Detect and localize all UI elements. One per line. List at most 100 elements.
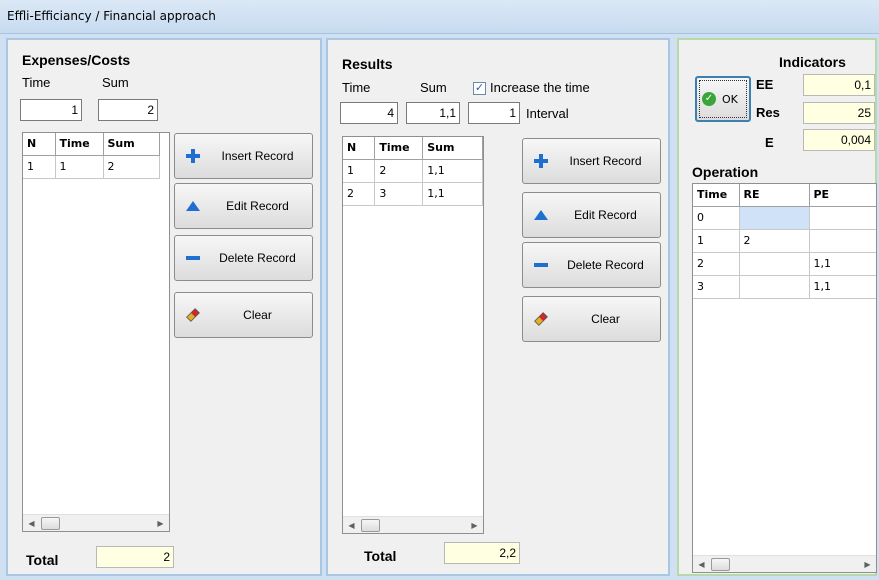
operation-cell[interactable]: 1,1 (809, 275, 876, 299)
results-total-label: Total (364, 548, 397, 564)
operation-cell[interactable]: 0 (693, 206, 740, 230)
results-panel: Results Time Sum ✓ Increase the time 4 1… (326, 38, 670, 576)
minus-icon (186, 256, 200, 260)
operation-cell[interactable]: 1,1 (809, 252, 876, 276)
operation-hscroll[interactable]: ◀ ▶ (693, 555, 876, 572)
scroll-left-icon[interactable]: ◀ (25, 517, 38, 530)
operation-table: Time RE PE 0 1 2 2 1,1 3 1,1 (693, 184, 876, 299)
results-cell[interactable]: 2 (374, 159, 424, 183)
results-cell[interactable]: 1,1 (422, 182, 483, 206)
ok-button[interactable]: ✓ OK (695, 76, 751, 122)
results-time-input[interactable]: 4 (340, 102, 398, 124)
expenses-grid[interactable]: N Time Sum 1 1 2 ◀ ▶ (22, 132, 170, 532)
expenses-total-value: 2 (96, 546, 174, 568)
operation-cell[interactable] (739, 275, 810, 299)
ee-value: 0,1 (803, 74, 875, 96)
table-row[interactable]: 0 (693, 206, 876, 230)
results-time-label: Time (342, 80, 371, 95)
insert-label: Insert Record (569, 154, 642, 168)
table-row[interactable]: 2 3 1,1 (343, 182, 483, 206)
expenses-clear-button[interactable]: Clear (174, 292, 313, 338)
expenses-col-time[interactable]: Time (55, 133, 104, 156)
eraser-icon (534, 312, 548, 326)
results-title: Results (342, 56, 393, 72)
expenses-hscroll[interactable]: ◀ ▶ (23, 514, 169, 531)
results-clear-button[interactable]: Clear (522, 296, 661, 342)
ee-label: EE (756, 77, 774, 92)
insert-label: Insert Record (221, 149, 294, 163)
check-icon: ✓ (702, 92, 716, 106)
scroll-right-icon[interactable]: ▶ (861, 558, 874, 571)
ok-label: OK (722, 93, 738, 106)
results-col-time[interactable]: Time (374, 137, 424, 160)
table-row[interactable]: 2 1,1 (693, 252, 876, 276)
results-col-n[interactable]: N (343, 137, 376, 160)
e-value: 0,004 (803, 129, 875, 151)
plus-icon (534, 154, 548, 168)
edit-label: Edit Record (574, 208, 637, 222)
scroll-thumb[interactable] (41, 517, 60, 530)
results-sum-label: Sum (420, 80, 447, 95)
results-cell[interactable]: 1,1 (422, 159, 483, 183)
expenses-edit-button[interactable]: Edit Record (174, 183, 313, 229)
plus-icon (186, 149, 200, 163)
expenses-cell[interactable]: 1 (23, 155, 56, 179)
results-total-value: 2,2 (444, 542, 520, 564)
operation-cell[interactable]: 2 (739, 229, 810, 253)
increase-time-label: Increase the time (490, 80, 590, 95)
operation-cell[interactable] (809, 229, 876, 253)
scroll-thumb[interactable] (711, 558, 730, 571)
operation-col-time[interactable]: Time (693, 184, 740, 207)
table-row[interactable]: 1 2 (693, 229, 876, 253)
expenses-delete-button[interactable]: Delete Record (174, 235, 313, 281)
scroll-thumb[interactable] (361, 519, 380, 532)
expenses-col-sum[interactable]: Sum (103, 133, 160, 156)
triangle-up-icon (534, 210, 548, 220)
clear-label: Clear (243, 308, 272, 322)
expenses-sum-input[interactable]: 2 (98, 99, 158, 121)
expenses-time-label: Time (22, 75, 51, 90)
window-title: Effli-Efficiancy / Financial approach (0, 0, 879, 34)
operation-cell[interactable]: 3 (693, 275, 740, 299)
results-cell[interactable]: 2 (343, 182, 376, 206)
results-grid[interactable]: N Time Sum 1 2 1,1 2 3 1,1 ◀ ▶ (342, 136, 484, 534)
triangle-up-icon (186, 201, 200, 211)
results-table: N Time Sum 1 2 1,1 2 3 1,1 (343, 137, 483, 206)
edit-label: Edit Record (226, 199, 289, 213)
operation-col-re[interactable]: RE (739, 184, 810, 207)
table-row[interactable]: 1 2 1,1 (343, 159, 483, 183)
operation-cell-selected[interactable] (739, 206, 810, 230)
scroll-left-icon[interactable]: ◀ (345, 519, 358, 532)
operation-cell[interactable] (739, 252, 810, 276)
operation-cell[interactable] (809, 206, 876, 230)
table-row[interactable]: 3 1,1 (693, 275, 876, 299)
expenses-insert-button[interactable]: Insert Record (174, 133, 313, 179)
results-edit-button[interactable]: Edit Record (522, 192, 661, 238)
results-insert-button[interactable]: Insert Record (522, 138, 661, 184)
expenses-sum-label: Sum (102, 75, 129, 90)
results-delete-button[interactable]: Delete Record (522, 242, 661, 288)
expenses-cell[interactable]: 2 (103, 155, 160, 179)
res-value: 25 (803, 102, 875, 124)
results-hscroll[interactable]: ◀ ▶ (343, 516, 483, 533)
results-interval-input[interactable]: 1 (468, 102, 520, 124)
expenses-table: N Time Sum 1 1 2 (23, 133, 160, 179)
operation-col-pe[interactable]: PE (809, 184, 876, 207)
delete-label: Delete Record (219, 251, 296, 265)
operation-cell[interactable]: 1 (693, 229, 740, 253)
table-row[interactable]: 1 1 2 (23, 155, 160, 179)
scroll-right-icon[interactable]: ▶ (468, 519, 481, 532)
results-col-sum[interactable]: Sum (422, 137, 483, 160)
operation-grid[interactable]: Time RE PE 0 1 2 2 1,1 3 1,1 ◀ ▶ (692, 183, 877, 573)
results-sum-input[interactable]: 1,1 (406, 102, 460, 124)
results-cell[interactable]: 1 (343, 159, 376, 183)
increase-time-checkbox[interactable]: ✓ (473, 82, 486, 95)
e-label: E (765, 135, 774, 150)
scroll-left-icon[interactable]: ◀ (695, 558, 708, 571)
results-cell[interactable]: 3 (374, 182, 424, 206)
expenses-col-n[interactable]: N (23, 133, 56, 156)
operation-cell[interactable]: 2 (693, 252, 740, 276)
expenses-time-input[interactable]: 1 (20, 99, 82, 121)
scroll-right-icon[interactable]: ▶ (154, 517, 167, 530)
expenses-cell[interactable]: 1 (55, 155, 104, 179)
